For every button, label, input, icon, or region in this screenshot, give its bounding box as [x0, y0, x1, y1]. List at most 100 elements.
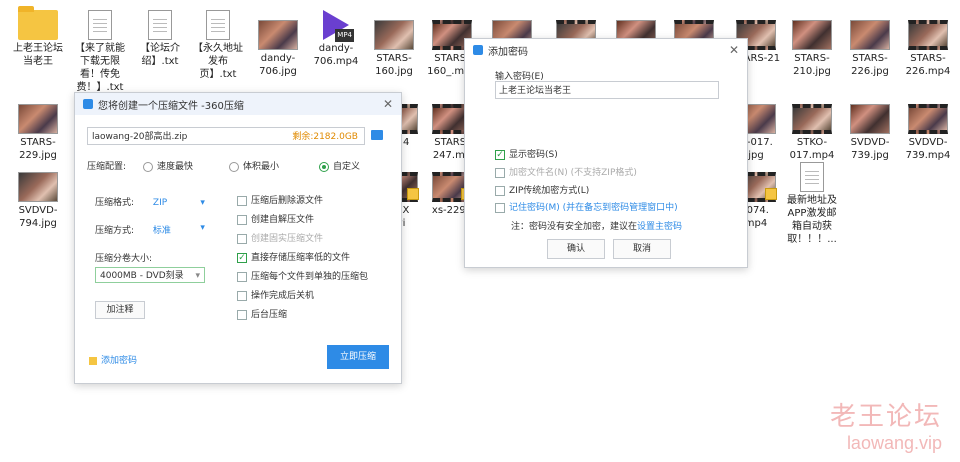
option-self-extract[interactable]: 创建自解压文件	[237, 212, 314, 225]
folder-icon	[18, 6, 58, 40]
file-label: STARS-210.jpg	[793, 53, 831, 77]
split-label: 压缩分卷大小:	[95, 254, 153, 264]
method-row: 压缩方式: 标准 ▾	[95, 223, 205, 236]
image-thumbnail-icon	[850, 20, 890, 50]
profile-row: 压缩配置: 速度最快 体积最小 自定义	[87, 159, 387, 172]
checkbox-icon	[237, 271, 247, 282]
add-password-link[interactable]: 添加密码	[89, 353, 137, 366]
file-jpg[interactable]: STARS-229.jpg	[10, 104, 66, 162]
option-solid[interactable]: 创建固实压缩文件	[237, 231, 323, 244]
option-zip-legacy[interactable]: ZIP传统加密方式(L)	[495, 183, 589, 196]
format-select[interactable]: ZIP ▾	[153, 198, 205, 208]
radio-selected-icon	[319, 161, 329, 172]
watermark-title: 老王论坛	[829, 401, 942, 431]
filename-field[interactable]: laowang-20部高出.zip 剩余:2182.0GB	[87, 127, 365, 145]
video-thumbnail-icon	[792, 104, 832, 134]
file-txt[interactable]: 【来了就能下载无限看！传免费！】.txt	[72, 10, 128, 94]
password-note: 注：密码没有安全加密，建议在设置主密码	[511, 222, 683, 232]
file-folder[interactable]: 上老王论坛当老王	[10, 6, 66, 68]
chevron-down-icon: ▾	[200, 223, 205, 233]
file-jpg[interactable]: STARS-210.jpg	[784, 20, 840, 78]
option-encrypt-names[interactable]: 加密文件名(N) (不支持ZIP格式)	[495, 165, 637, 178]
file-mp4[interactable]: STKO-017.mp4	[784, 104, 840, 162]
cancel-button[interactable]: 取消	[613, 239, 671, 259]
option-delete-source[interactable]: 压缩后删除源文件	[237, 193, 323, 206]
file-jpg[interactable]: STARS-160.jpg	[366, 20, 422, 78]
password-dialog-title: 添加密码	[488, 46, 528, 58]
file-label: SVDVD-794.jpg	[18, 205, 58, 229]
lock-icon	[407, 188, 419, 200]
file-label: dandy-706.jpg	[259, 53, 297, 77]
text-file-icon	[800, 162, 824, 192]
file-mp4[interactable]: MP4 dandy-706.mp4	[308, 10, 364, 68]
file-label: 最新地址及APP激发邮箱自动获取！！！...	[787, 195, 837, 245]
option-remember[interactable]: 记住密码(M) (并在备忘到密码管理窗口中)	[495, 200, 678, 213]
file-label: SVDVD-739.jpg	[850, 137, 890, 161]
password-dialog: 添加密码 ✕ 输入密码(E) 上老王论坛当老王 显示密码(S) 加密文件名(N)…	[464, 38, 748, 268]
file-label: STARS-229.jpg	[19, 137, 57, 161]
ok-button[interactable]: 确认	[547, 239, 605, 259]
file-txt[interactable]: 最新地址及APP激发邮箱自动获取！！！...	[784, 162, 840, 246]
password-input[interactable]: 上老王论坛当老王	[495, 81, 719, 99]
file-jpg[interactable]: dandy-706.jpg	[250, 20, 306, 78]
checkbox-icon	[495, 202, 505, 213]
file-label: dandy-706.mp4	[313, 43, 359, 67]
option-shutdown[interactable]: 操作完成后关机	[237, 288, 314, 301]
image-thumbnail-icon	[18, 172, 58, 202]
file-txt[interactable]: 【永久地址发布页】.txt	[190, 10, 246, 81]
checkbox-icon	[237, 290, 247, 301]
filename-value: laowang-20部高出.zip	[92, 132, 188, 142]
lock-icon	[89, 356, 97, 365]
checkbox-checked-icon	[237, 252, 247, 263]
file-jpg[interactable]: STARS-226.jpg	[842, 20, 898, 78]
file-txt[interactable]: 【论坛介绍】.txt	[132, 10, 188, 68]
image-thumbnail-icon	[374, 20, 414, 50]
checkbox-checked-icon	[495, 149, 505, 160]
profile-small[interactable]: 体积最小	[229, 159, 279, 172]
video-thumbnail-icon	[908, 20, 948, 50]
method-label: 压缩方式:	[95, 226, 135, 236]
folder-browse-icon[interactable]	[371, 130, 383, 140]
zip-dialog-titlebar: 您将创建一个压缩文件 -360压缩 ✕	[75, 93, 401, 115]
file-label: STARS-160.jpg	[375, 53, 413, 77]
image-thumbnail-icon	[792, 20, 832, 50]
method-select[interactable]: 标准 ▾	[153, 223, 205, 236]
close-icon[interactable]: ✕	[383, 97, 393, 111]
format-row: 压缩格式: ZIP ▾	[95, 195, 205, 208]
format-label: 压缩格式:	[95, 198, 135, 208]
file-mp4[interactable]: STARS-226.mp4	[900, 20, 956, 78]
image-thumbnail-icon	[258, 20, 298, 50]
file-label: 【论坛介绍】.txt	[140, 43, 180, 67]
watermark: 老王论坛 laowang.vip	[830, 396, 942, 454]
file-label: STKO-017.mp4	[789, 137, 835, 161]
free-space: 剩余:2182.0GB	[292, 132, 358, 142]
chevron-down-icon: ▾	[200, 198, 205, 208]
option-show-password[interactable]: 显示密码(S)	[495, 147, 558, 160]
file-jpg[interactable]: SVDVD-739.jpg	[842, 104, 898, 162]
checkbox-icon	[495, 167, 505, 178]
checkbox-icon	[495, 185, 505, 196]
app-icon	[83, 99, 93, 109]
file-mp4[interactable]: SVDVD-739.mp4	[900, 104, 956, 162]
profile-custom[interactable]: 自定义	[319, 159, 360, 172]
set-master-password-link[interactable]: 设置主密码	[637, 222, 682, 232]
start-compress-button[interactable]: 立即压缩	[327, 345, 389, 369]
option-store-low[interactable]: 直接存储压缩率低的文件	[237, 250, 350, 263]
video-file-icon: MP4	[316, 10, 356, 42]
option-background[interactable]: 后台压缩	[237, 307, 287, 320]
profile-fast[interactable]: 速度最快	[143, 159, 193, 172]
text-file-icon	[88, 10, 112, 40]
radio-icon	[229, 161, 239, 172]
image-thumbnail-icon	[850, 104, 890, 134]
file-label: 上老王论坛当老王	[13, 43, 63, 67]
file-jpg[interactable]: SVDVD-794.jpg	[10, 172, 66, 230]
file-label: STARS-226.mp4	[905, 53, 951, 77]
split-select[interactable]: 4000MB - DVD刻录 ▾	[95, 267, 205, 283]
text-file-icon	[206, 10, 230, 40]
watermark-url: laowang.vip	[846, 433, 942, 453]
option-separate[interactable]: 压缩每个文件到单独的压缩包	[237, 269, 368, 282]
comment-button[interactable]: 加注释	[95, 301, 145, 319]
close-icon[interactable]: ✕	[729, 43, 739, 57]
chevron-down-icon: ▾	[195, 271, 200, 281]
file-label: 【永久地址发布页】.txt	[193, 43, 243, 80]
